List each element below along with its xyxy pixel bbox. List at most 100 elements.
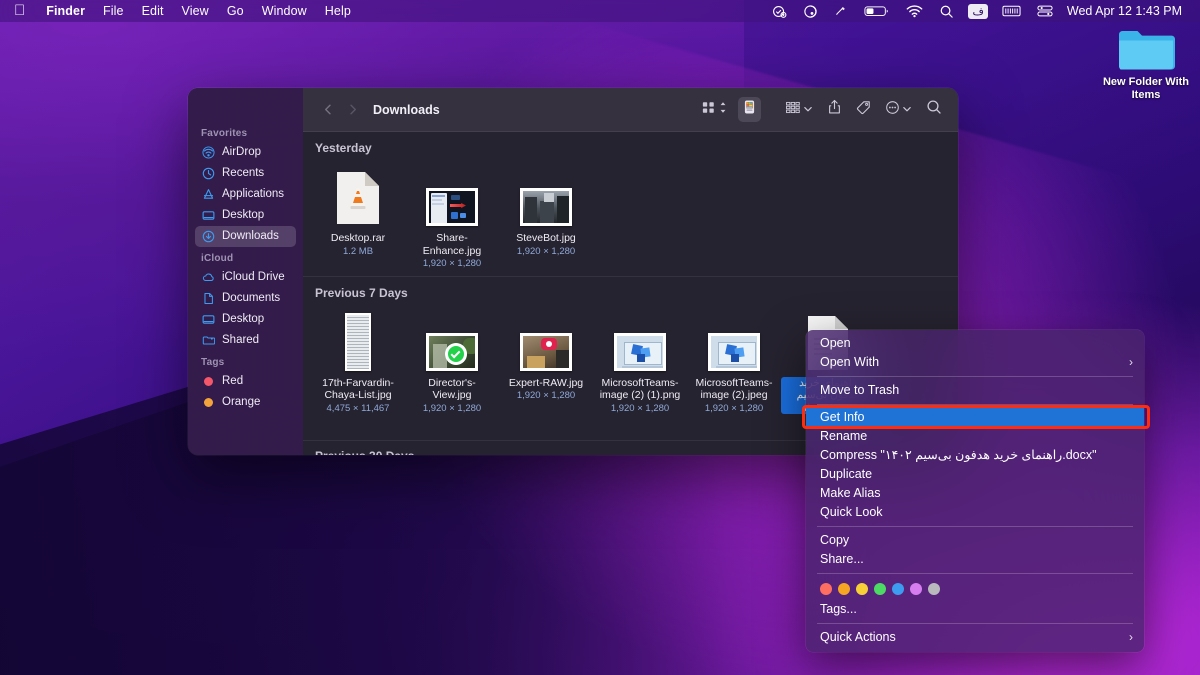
- sidebar-item-airdrop[interactable]: AirDrop: [195, 142, 296, 163]
- file-item[interactable]: Director's-View.jpg 1,920 × 1,280: [405, 307, 499, 434]
- siri-icon[interactable]: [795, 0, 826, 22]
- sidebar-item-tag-orange[interactable]: Orange: [195, 392, 296, 413]
- forward-button[interactable]: [341, 99, 363, 121]
- file-item[interactable]: MicrosoftTeams-image (2).jpeg 1,920 × 1,…: [687, 307, 781, 434]
- file-item[interactable]: MicrosoftTeams-image (2) (1).png 1,920 ×…: [593, 307, 687, 434]
- desktop-icon-label: New Folder With Items: [1102, 76, 1190, 101]
- context-menu-item-tags[interactable]: Tags...: [806, 600, 1144, 619]
- control-center-icon[interactable]: [1029, 0, 1061, 22]
- menu-item-file[interactable]: File: [94, 4, 133, 18]
- back-button[interactable]: [317, 99, 339, 121]
- desktop-icon: [201, 313, 215, 327]
- gallery-view-button[interactable]: [738, 97, 761, 122]
- chevron-right-icon: ›: [1129, 355, 1133, 369]
- context-menu-item-label: Quick Look: [820, 505, 883, 519]
- file-meta: 1,920 × 1,280: [516, 390, 576, 401]
- tag-swatch-red[interactable]: [820, 583, 832, 595]
- context-menu-item-make-alias[interactable]: Make Alias: [806, 484, 1144, 503]
- file-item[interactable]: Share-Enhance.jpg 1,920 × 1,280: [405, 162, 499, 270]
- file-thumbnail: [311, 164, 405, 226]
- tag-swatch-purple[interactable]: [910, 583, 922, 595]
- input-source-indicator[interactable]: ف: [968, 3, 988, 19]
- file-item[interactable]: 17th-Farvardin-Chaya-List.jpg 4,475 × 11…: [311, 307, 405, 434]
- context-menu-item-share[interactable]: Share...: [806, 550, 1144, 569]
- spotlight-search-icon[interactable]: [931, 0, 962, 22]
- context-menu-item-open[interactable]: Open: [806, 334, 1144, 353]
- share-button[interactable]: [823, 97, 846, 122]
- context-menu-item-label: Duplicate: [820, 467, 873, 481]
- chevron-down-icon[interactable]: [803, 101, 813, 119]
- file-item[interactable]: Desktop.rar 1.2 MB: [311, 162, 405, 270]
- chevron-down-icon[interactable]: [902, 101, 912, 119]
- file-item[interactable]: Expert-RAW.jpg 1,920 × 1,280: [499, 307, 593, 434]
- tag-swatch-orange[interactable]: [838, 583, 850, 595]
- more-actions-button[interactable]: [881, 98, 916, 122]
- do-not-disturb-icon[interactable]: [826, 0, 856, 22]
- menu-item-view[interactable]: View: [173, 4, 218, 18]
- tag-dot-icon: [201, 375, 215, 389]
- context-menu-item-rename[interactable]: Rename: [806, 427, 1144, 446]
- context-menu-divider: [817, 403, 1133, 404]
- group-heading-yesterday: Yesterday: [315, 141, 372, 155]
- sort-chevrons-icon[interactable]: [718, 100, 728, 120]
- sidebar-item-desktop[interactable]: Desktop: [195, 205, 296, 226]
- file-group-yesterday: Desktop.rar 1.2 MB Share-Enhance.jpg 1,9…: [303, 162, 958, 270]
- sidebar-item-label: Applications: [222, 188, 285, 200]
- menu-item-finder[interactable]: Finder: [37, 4, 94, 18]
- sidebar-item-shared[interactable]: Shared: [195, 330, 296, 351]
- context-menu-item-quick-actions[interactable]: Quick Actions ›: [806, 628, 1144, 647]
- sidebar-item-applications[interactable]: Applications: [195, 184, 296, 205]
- file-meta: 1,920 × 1,280: [704, 402, 764, 414]
- group-by-button[interactable]: [781, 98, 817, 122]
- battery-icon[interactable]: [856, 0, 898, 22]
- shared-folder-icon: [201, 334, 215, 348]
- context-menu-item-move-to-trash[interactable]: Move to Trash: [806, 381, 1144, 400]
- search-button[interactable]: [922, 97, 946, 122]
- context-menu-item-get-info[interactable]: Get Info: [806, 408, 1144, 427]
- tag-dot-icon: [201, 396, 215, 410]
- airdrop-icon: [201, 146, 215, 160]
- desktop-icon: [201, 209, 215, 223]
- sidebar-item-downloads[interactable]: Downloads: [195, 226, 296, 247]
- screen-recording-icon[interactable]: [764, 0, 795, 22]
- file-item[interactable]: SteveBot.jpg 1,920 × 1,280: [499, 162, 593, 270]
- sidebar-item-label: Desktop: [222, 313, 265, 325]
- sidebar-item-desktop-icloud[interactable]: Desktop: [195, 309, 296, 330]
- wifi-icon[interactable]: [898, 0, 931, 22]
- sidebar-item-documents[interactable]: Documents: [195, 288, 296, 309]
- context-menu-item-open-with[interactable]: Open With ›: [806, 353, 1144, 372]
- context-menu-item-label: Open With: [820, 355, 880, 369]
- context-menu-divider: [817, 623, 1133, 624]
- context-menu-item-duplicate[interactable]: Duplicate: [806, 465, 1144, 484]
- group-by-icon: [785, 100, 801, 120]
- context-menu-item-copy[interactable]: Copy: [806, 531, 1144, 550]
- document-icon: [201, 292, 215, 306]
- apple-menu-icon[interactable]: : [0, 3, 37, 18]
- file-thumbnail: [311, 309, 405, 371]
- context-menu-item-label: Get Info: [820, 410, 865, 424]
- icon-view-icon[interactable]: [701, 100, 716, 120]
- view-mode-group[interactable]: [697, 98, 732, 122]
- file-name: Director's-View.jpg: [428, 376, 476, 402]
- gallery-view-icon: [742, 99, 757, 120]
- menu-item-window[interactable]: Window: [253, 4, 316, 18]
- tag-color-swatches: [806, 577, 1144, 600]
- tag-swatch-green[interactable]: [874, 583, 886, 595]
- sidebar-item-recents[interactable]: Recents: [195, 163, 296, 184]
- sidebar-item-icloud-drive[interactable]: iCloud Drive: [195, 267, 296, 288]
- keyboard-layout-icon[interactable]: [994, 0, 1029, 22]
- context-menu-item-compress[interactable]: Compress "راهنمای خرید هدفون بی‌سیم ۱۴۰۲…: [806, 446, 1144, 465]
- tag-swatch-gray[interactable]: [928, 583, 940, 595]
- context-menu-item-quick-look[interactable]: Quick Look: [806, 503, 1144, 522]
- sidebar-item-tag-red[interactable]: Red: [195, 371, 296, 392]
- menu-bar-clock[interactable]: Wed Apr 12 1:43 PM: [1061, 4, 1192, 18]
- tag-button[interactable]: [852, 98, 875, 122]
- tag-swatch-blue[interactable]: [892, 583, 904, 595]
- tag-swatch-yellow[interactable]: [856, 583, 868, 595]
- menu-item-edit[interactable]: Edit: [133, 4, 173, 18]
- menu-item-help[interactable]: Help: [316, 4, 360, 18]
- desktop-icon-new-folder-with-items[interactable]: New Folder With Items: [1094, 26, 1198, 102]
- chevron-right-icon: ›: [1129, 629, 1133, 644]
- menu-item-go[interactable]: Go: [218, 4, 253, 18]
- file-meta: 1,920 × 1,280: [610, 402, 670, 414]
